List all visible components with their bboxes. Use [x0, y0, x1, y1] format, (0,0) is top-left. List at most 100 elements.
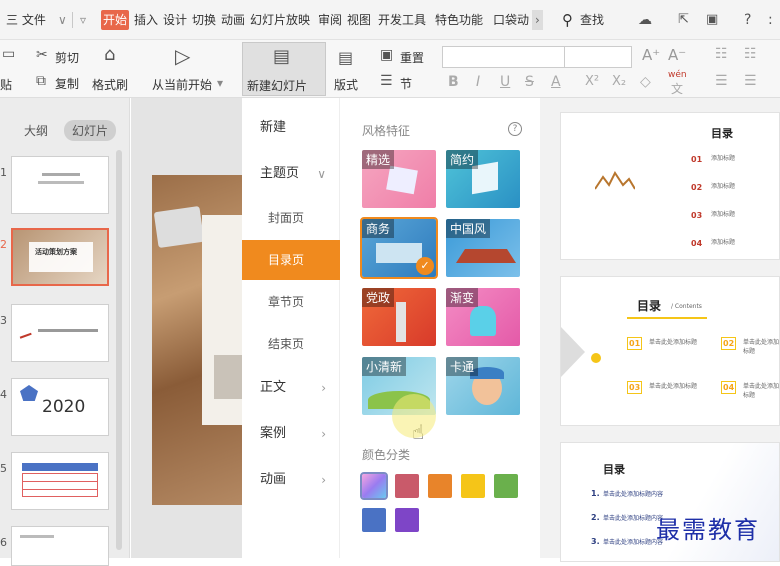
tab-home[interactable]: 开始 — [101, 10, 130, 30]
category-new[interactable]: 新建 — [242, 108, 340, 148]
bullet-list-icon[interactable]: ☷ — [715, 46, 728, 62]
section-button[interactable]: 节 — [400, 75, 412, 92]
color-swatch-purple[interactable] — [395, 508, 419, 532]
tab-developer[interactable]: 开发工具 — [378, 10, 426, 30]
slide-number: 5 — [0, 462, 7, 475]
font-size-dropdown[interactable] — [564, 46, 632, 68]
style-tile-cartoon[interactable]: 卡通 — [446, 357, 520, 415]
tab-outline[interactable]: 大纲 — [24, 122, 48, 139]
color-swatch-red[interactable] — [395, 474, 419, 498]
style-panel: 风格特征 ? 精选 简约 商务 ✓ 中国风 党政 渐变 小清新 卡通 颜色分类 — [340, 98, 540, 558]
template-preview-panel: 目录 01 添加标题 02 添加标题 03 添加标题 04 添加标题 目录 / … — [540, 98, 780, 562]
box-icon[interactable]: ▣ — [706, 10, 718, 30]
slide-thumbnail-5[interactable] — [11, 452, 109, 510]
chevron-right-icon: › — [321, 427, 326, 441]
search-icon[interactable]: ⚲ — [562, 10, 573, 30]
tabs-overflow-button[interactable]: › — [532, 10, 543, 30]
font-size-down-button[interactable]: A⁻ — [668, 46, 686, 64]
help-button[interactable]: ? — [744, 10, 751, 30]
tab-view[interactable]: 视图 — [347, 10, 371, 30]
style-tile-chinese[interactable]: 中国风 — [446, 219, 520, 277]
tab-slides[interactable]: 幻灯片 — [64, 120, 117, 141]
phonetic-button[interactable]: 文 — [671, 80, 683, 97]
style-tile-gradient[interactable]: 渐变 — [446, 288, 520, 346]
category-case[interactable]: 案例 › — [242, 414, 340, 454]
tab-review[interactable]: 审阅 — [318, 10, 342, 30]
color-swatch-multi[interactable] — [360, 472, 388, 500]
thumbnail-scrollbar[interactable] — [116, 150, 122, 550]
align-left-icon[interactable]: ☰ — [715, 73, 728, 89]
from-current-button[interactable]: 从当前开始 — [152, 76, 212, 93]
align-center-icon[interactable]: ☰ — [744, 73, 757, 89]
template-preview-2[interactable]: 目录 / Contents 01 单击此处添加标题 02 单击此处添加标题 03… — [560, 276, 780, 426]
color-swatch-blue[interactable] — [362, 508, 386, 532]
divider — [72, 12, 73, 28]
underline-button[interactable]: U — [500, 74, 510, 90]
category-animation[interactable]: 动画 › — [242, 460, 340, 500]
slide-photo[interactable] — [152, 175, 244, 505]
laptop-icon — [376, 243, 422, 263]
tab-slideshow[interactable]: 幻灯片放映 — [250, 10, 310, 30]
new-slide-icon: ▤ — [273, 46, 291, 67]
more-button[interactable]: : — [768, 10, 773, 30]
slide-number: 3 — [0, 314, 7, 327]
category-body[interactable]: 正文 › — [242, 368, 340, 408]
chevron-down-icon[interactable]: ▾ — [217, 76, 223, 90]
color-swatch-orange[interactable] — [428, 474, 452, 498]
font-size-up-button[interactable]: A⁺ — [642, 46, 660, 64]
new-slide-button[interactable]: ▤ 新建幻灯片 — [242, 42, 326, 96]
tab-pocket-animation[interactable]: 口袋动 — [493, 10, 529, 30]
slide-thumbnail-2[interactable]: 活动策划方案 — [11, 228, 109, 286]
color-swatch-yellow[interactable] — [461, 474, 485, 498]
slide-number: 1 — [0, 166, 7, 179]
style-tile-simple[interactable]: 简约 — [446, 150, 520, 208]
paste-button[interactable]: 贴 — [0, 76, 12, 93]
font-color-button[interactable]: A — [551, 74, 561, 90]
phonetic-label: wén — [668, 70, 687, 80]
style-tile-business[interactable]: 商务 ✓ — [360, 217, 438, 279]
numbered-list-icon[interactable]: ☷ — [744, 46, 757, 62]
slide-thumbnail-4[interactable]: 2020 — [11, 378, 109, 436]
slide-thumbnail-1[interactable] — [11, 156, 109, 214]
tab-transition[interactable]: 切换 — [192, 10, 216, 30]
category-toc[interactable]: 目录页 — [242, 240, 340, 280]
chevron-down-icon[interactable]: ∨ — [58, 10, 67, 30]
search-button[interactable]: 查找 — [580, 10, 604, 30]
template-preview-1[interactable]: 目录 01 添加标题 02 添加标题 03 添加标题 04 添加标题 — [560, 112, 780, 260]
bold-button[interactable]: B — [448, 74, 459, 90]
file-menu[interactable]: 三 文件 — [6, 10, 46, 30]
strikethrough-button[interactable]: S — [525, 74, 534, 90]
tab-insert[interactable]: 插入 — [134, 10, 158, 30]
cut-button[interactable]: 剪切 — [55, 49, 79, 66]
tab-features[interactable]: 特色功能 — [435, 10, 483, 30]
eraser-icon[interactable]: ◇ — [640, 74, 651, 90]
color-swatch-green[interactable] — [494, 474, 518, 498]
style-tile-party[interactable]: 党政 — [362, 288, 436, 346]
tab-animation[interactable]: 动画 — [221, 10, 245, 30]
share-icon[interactable]: ⇱ — [678, 10, 689, 30]
italic-button[interactable]: I — [476, 74, 480, 90]
slide-number: 4 — [0, 388, 7, 401]
category-cover[interactable]: 封面页 — [242, 198, 340, 238]
preview-number: 01 — [691, 155, 703, 164]
subscript-button[interactable]: X₂ — [612, 74, 626, 89]
cloud-sync-icon[interactable]: ☁ — [638, 10, 652, 30]
ribbon-toolbar: ▭ 贴 ✂ 剪切 ⧉ 复制 ⌂ 格式刷 ▷ 从当前开始 ▾ ▤ 新建幻灯片 ▤ … — [0, 40, 780, 98]
copy-button[interactable]: 复制 — [55, 75, 79, 92]
category-theme[interactable]: 主题页 ∨ — [242, 154, 340, 194]
category-ending[interactable]: 结束页 — [242, 324, 340, 364]
help-icon[interactable]: ? — [508, 122, 522, 136]
slide-thumbnail-6[interactable] — [11, 526, 109, 566]
category-chapter[interactable]: 章节页 — [242, 282, 340, 322]
tab-design[interactable]: 设计 — [163, 10, 187, 30]
style-tile-featured[interactable]: 精选 — [362, 150, 436, 208]
thumbnail-year: 2020 — [42, 397, 86, 417]
reset-button[interactable]: 重置 — [400, 49, 424, 66]
quick-access-icon[interactable]: ▿ — [80, 10, 86, 30]
superscript-button[interactable]: X² — [585, 74, 599, 89]
chevron-down-icon: ∨ — [317, 167, 326, 181]
format-painter-button[interactable]: 格式刷 — [92, 76, 128, 93]
paste-icon[interactable]: ▭ — [2, 46, 15, 62]
slide-thumbnail-3[interactable] — [11, 304, 109, 362]
layout-button[interactable]: 版式 — [334, 76, 358, 93]
